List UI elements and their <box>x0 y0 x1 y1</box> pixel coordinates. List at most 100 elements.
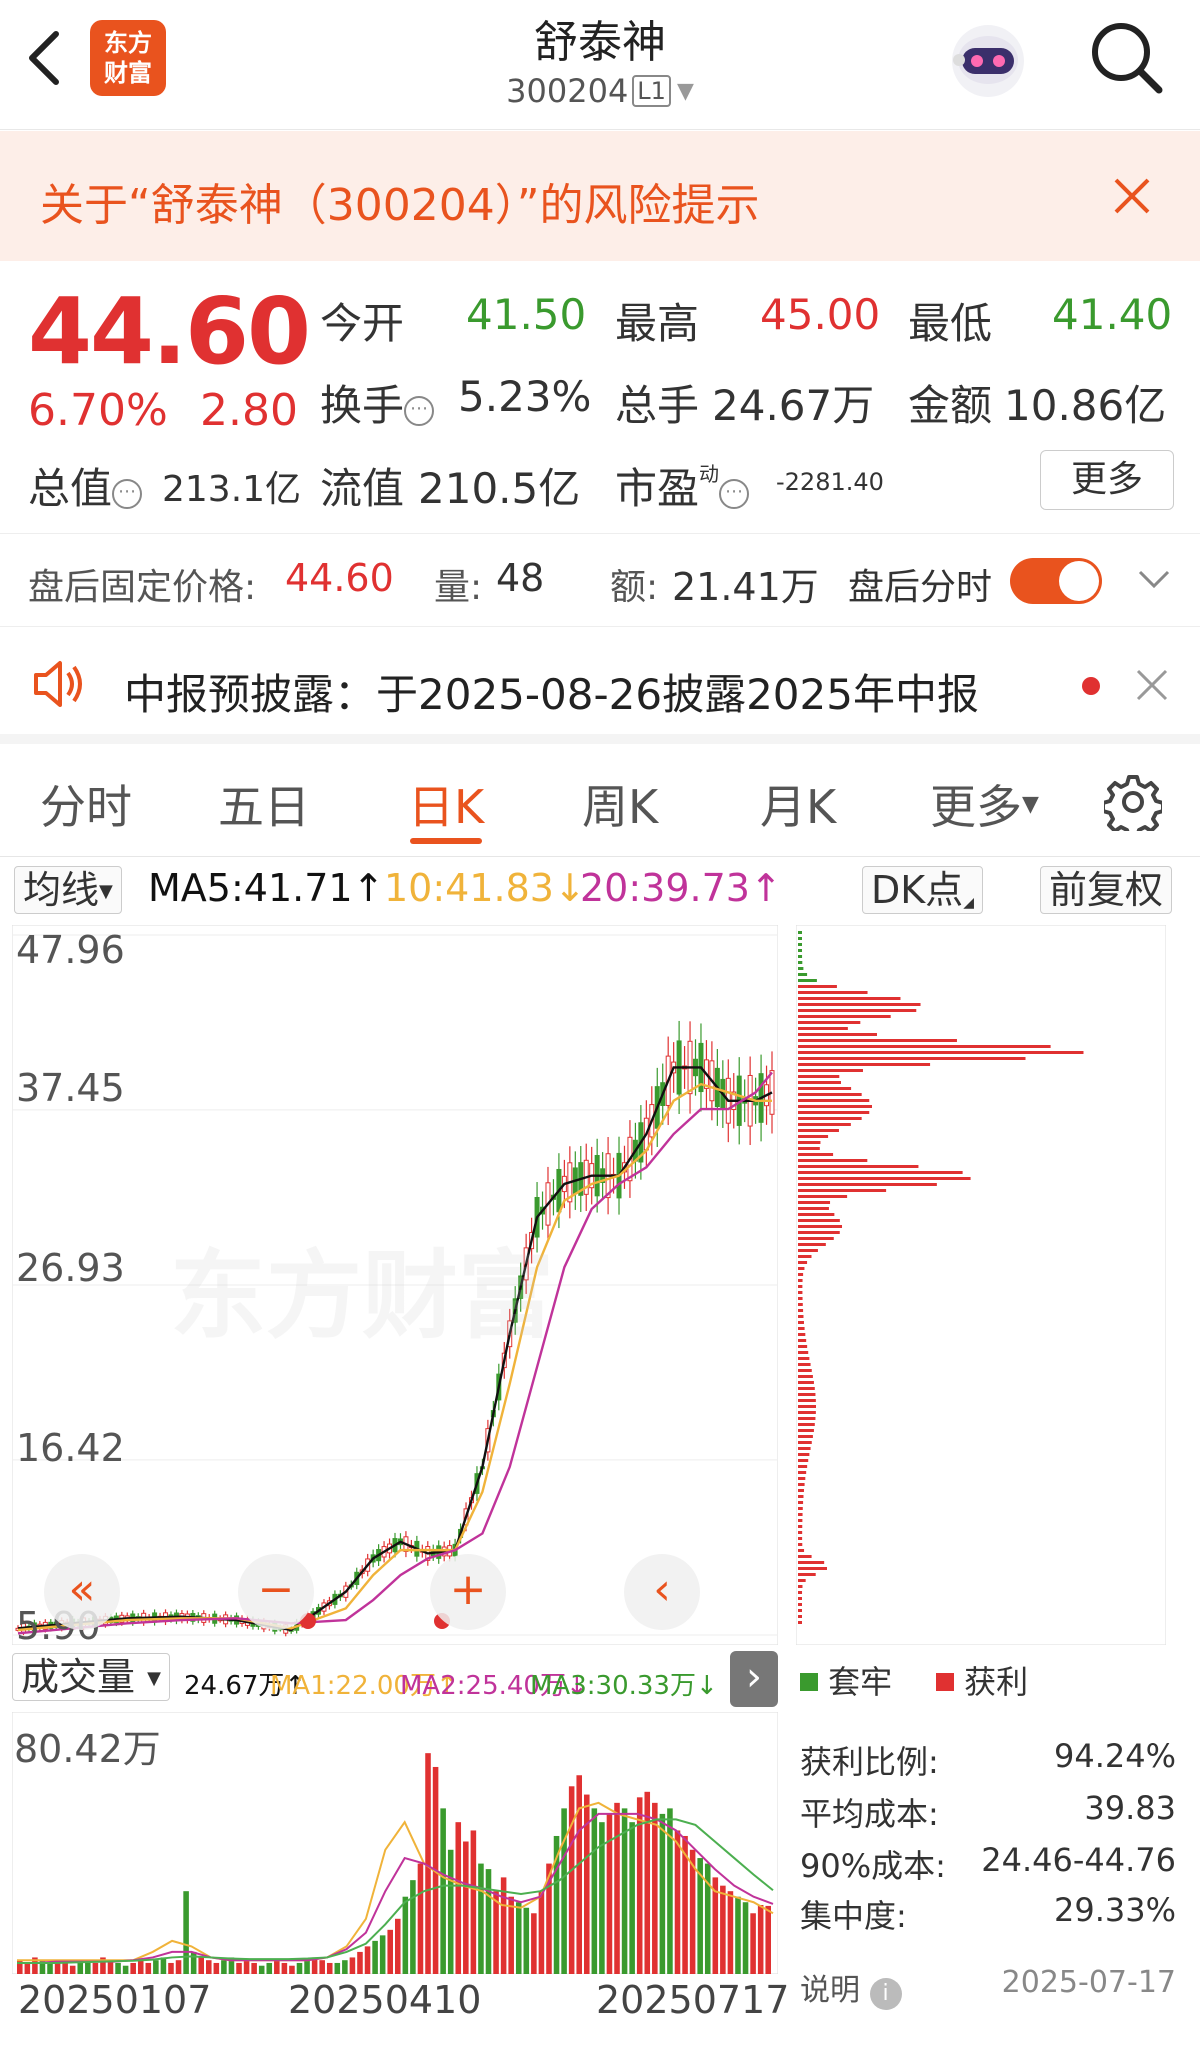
chip-bar <box>798 1009 917 1012</box>
turnover-label[interactable]: 换手 ⋯ <box>320 372 435 433</box>
volume-bar <box>251 1962 257 1974</box>
market-cap-label-text: 总值 <box>28 464 113 513</box>
chip-bar <box>798 1513 803 1516</box>
concentration-value: 29.33% <box>1053 1891 1176 1929</box>
volume-bar <box>387 1929 393 1974</box>
pe-label[interactable]: 市盈动⋯ <box>615 455 750 516</box>
ma5-value: MA5:41.71↑ <box>148 866 384 910</box>
chip-distribution-chart <box>796 925 1166 1645</box>
collapse-panel-button[interactable]: › <box>730 1651 778 1707</box>
high-label: 最高 <box>615 299 700 348</box>
chip-bar <box>798 1129 839 1132</box>
tab-more[interactable]: 更多▼ <box>930 771 1039 837</box>
chip-bar <box>798 1033 877 1036</box>
chip-bar <box>798 1069 863 1072</box>
volume-bar <box>62 1962 68 1974</box>
volume-bar <box>342 1960 348 1974</box>
tab-five-day[interactable]: 五日 <box>218 771 310 837</box>
scroll-left-button[interactable]: ‹ <box>624 1554 700 1630</box>
turnover-label-text: 换手 <box>320 381 405 430</box>
tab-intraday[interactable]: 分时 <box>40 771 132 837</box>
chip-bar <box>798 1381 814 1384</box>
open-value: 41.50 <box>466 290 587 339</box>
chip-bar <box>798 1111 870 1114</box>
market-cap-label[interactable]: 总值 ⋯ <box>28 455 143 516</box>
volume-bar <box>757 1904 764 1974</box>
indicator-select[interactable]: 成交量 ▼ <box>12 1653 170 1701</box>
volume-bar <box>402 1896 409 1974</box>
chip-bar <box>798 1363 811 1366</box>
chip-bar <box>798 961 803 964</box>
turnover-value: 5.23% <box>458 372 592 421</box>
chip-bar <box>798 1525 803 1528</box>
open-label: 今开 <box>320 299 405 348</box>
ma5-text: MA5:41.71 <box>148 866 353 910</box>
market-cap-value: 213.1亿 <box>162 469 302 510</box>
chip-bar <box>798 1147 820 1150</box>
volume-bar <box>168 1962 174 1974</box>
chip-bar <box>798 1315 804 1318</box>
adjust-select[interactable]: 前复权 <box>1040 866 1173 914</box>
volume-bar <box>221 1960 227 1974</box>
tab-weekly-k[interactable]: 周K <box>582 771 658 837</box>
chip-bar <box>798 1423 815 1426</box>
volume-bar <box>742 1902 749 1974</box>
volume-bar <box>160 1957 167 1974</box>
low-value: 41.40 <box>1052 290 1173 339</box>
after-hours-toggle[interactable] <box>1010 558 1102 604</box>
avg-cost-label: 平均成本: <box>800 1795 939 1833</box>
scroll-left-fast-button[interactable]: « <box>44 1554 120 1630</box>
vol-ma3-text: MA3:30.33万 <box>530 1671 696 1701</box>
chip-bar <box>798 1483 805 1486</box>
watermark: 东方财富 <box>170 1240 554 1352</box>
chip-bar <box>798 1615 803 1618</box>
zoom-in-button[interactable]: + <box>430 1554 506 1630</box>
volume-bar <box>417 1863 424 1974</box>
close-icon[interactable] <box>1134 667 1170 703</box>
cost90-value: 24.46-44.76 <box>981 1841 1176 1879</box>
notice-bar[interactable]: 中报预披露：于2025-08-26披露2025年中报 <box>0 626 1200 744</box>
volume-bar <box>213 1962 220 1974</box>
chip-bar <box>798 1021 861 1024</box>
chip-bar <box>798 1543 803 1546</box>
more-button[interactable]: 更多 <box>1040 450 1174 510</box>
tab-daily-k[interactable]: 日K <box>408 771 484 837</box>
unread-dot <box>1082 677 1100 695</box>
explain-link[interactable]: 说明 i <box>800 1965 902 2010</box>
chip-bar <box>798 1225 843 1228</box>
volume-bar <box>379 1935 386 1974</box>
risk-banner[interactable]: 关于“舒泰神（300204）”的风险提示 <box>0 131 1200 261</box>
dk-point-button[interactable]: DK点◢ <box>862 866 983 914</box>
ma-type-select[interactable]: 均线▼ <box>14 866 122 914</box>
close-icon[interactable] <box>1112 176 1152 216</box>
search-icon[interactable] <box>1085 16 1167 98</box>
chip-bar <box>798 1531 803 1534</box>
chevron-down-icon[interactable] <box>1136 568 1172 592</box>
gear-icon[interactable] <box>1104 773 1162 831</box>
volume-bar <box>190 1951 197 1974</box>
chip-bar <box>798 985 837 988</box>
dropdown-icon: ▼ <box>676 79 694 104</box>
zoom-out-button[interactable]: − <box>238 1554 314 1630</box>
chip-bar <box>798 955 803 958</box>
y-tick-label: 26.93 <box>16 1246 125 1290</box>
volume-bar <box>206 1960 212 1974</box>
volume-label: 总手 <box>615 381 700 430</box>
chip-bar <box>798 997 901 1000</box>
speaker-icon <box>34 661 82 707</box>
volume-bar <box>591 1808 598 1974</box>
tab-monthly-k[interactable]: 月K <box>760 771 836 837</box>
assistant-robot-icon[interactable] <box>945 18 1031 104</box>
volume-bar <box>515 1902 522 1974</box>
volume-value: 24.67万 <box>712 381 875 430</box>
chip-bar <box>798 1453 810 1456</box>
top-header: 东方 财富 舒泰神 300204 L1 ▼ <box>0 0 1200 130</box>
volume-bar <box>92 1962 99 1974</box>
amount-label: 金额 <box>908 381 993 430</box>
volume-bar <box>478 1863 484 1974</box>
after-hours-price-label: 盘后固定价格: <box>28 567 257 608</box>
chip-bar <box>798 1309 804 1312</box>
chip-bar <box>798 943 803 946</box>
chip-bar <box>798 1153 834 1156</box>
chip-bar <box>798 1597 803 1600</box>
